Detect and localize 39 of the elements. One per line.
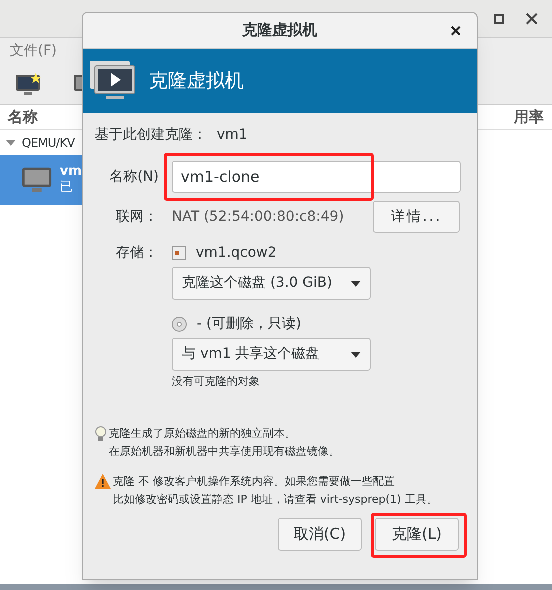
dialog-button[interactable]: 克隆(L)	[375, 518, 459, 551]
note-text: 克隆 不 修改客户机操作系统内容。如果您需要做一些配置	[113, 474, 396, 490]
disk-action-dropdown[interactable]: 克隆这个磁盘 (3.0 GiB)	[172, 267, 371, 300]
source-value: vm1	[217, 126, 248, 144]
new-vm-icon	[14, 72, 42, 96]
dialog-title: 克隆虚拟机	[242, 20, 318, 42]
network-value: NAT (52:54:00:80:c8:49)	[172, 208, 346, 226]
play-screen-icon	[89, 60, 137, 102]
note-text: 克隆生成了原始磁盘的新的独立副本。	[109, 426, 297, 442]
column-header[interactable]: 用率	[514, 106, 544, 128]
caret-icon	[351, 280, 361, 286]
dialog-button[interactable]: 取消(C)	[278, 518, 362, 551]
banner-title: 克隆虚拟机	[149, 68, 244, 94]
name-label: 名称(N)	[108, 168, 159, 186]
note-text: 在原始机器和新机器中共享使用现有磁盘镜像。	[109, 444, 340, 460]
warning-icon	[95, 474, 111, 488]
vm-status: 已	[60, 180, 74, 196]
details-button[interactable]: 详情...	[373, 201, 460, 233]
note-text: 比如修改密码或设置静态 IP 地址，请查看 virt-sysprep(1) 工具。	[113, 492, 438, 508]
caret-icon	[351, 352, 361, 358]
close-icon[interactable]	[451, 26, 461, 36]
expanded-arrow-icon[interactable]	[6, 138, 16, 148]
menu-item[interactable]: 文件(F)	[10, 41, 57, 62]
tree-group-label: QEMU/KV	[22, 134, 75, 152]
column-header[interactable]: 名称	[8, 106, 38, 128]
monitor-icon	[20, 165, 54, 195]
storage-label: 存储：	[115, 244, 159, 263]
close-icon[interactable]	[526, 12, 538, 24]
lightbulb-icon	[95, 426, 107, 442]
disk-note: 没有可克隆的对象	[172, 374, 261, 390]
vm-name: vm	[60, 164, 82, 180]
name-field[interactable]: vm1-clone	[172, 161, 461, 193]
cd-icon	[172, 316, 187, 332]
network-label: 联网：	[115, 208, 159, 226]
disk-name: vm1.qcow2	[196, 244, 277, 262]
source-label: 基于此创建克隆：	[95, 126, 207, 144]
disk-action-dropdown[interactable]: 与 vm1 共享这个磁盘	[172, 338, 371, 371]
disk-name: - (可删除，只读)	[197, 314, 302, 334]
maximize-icon[interactable]	[494, 14, 504, 24]
